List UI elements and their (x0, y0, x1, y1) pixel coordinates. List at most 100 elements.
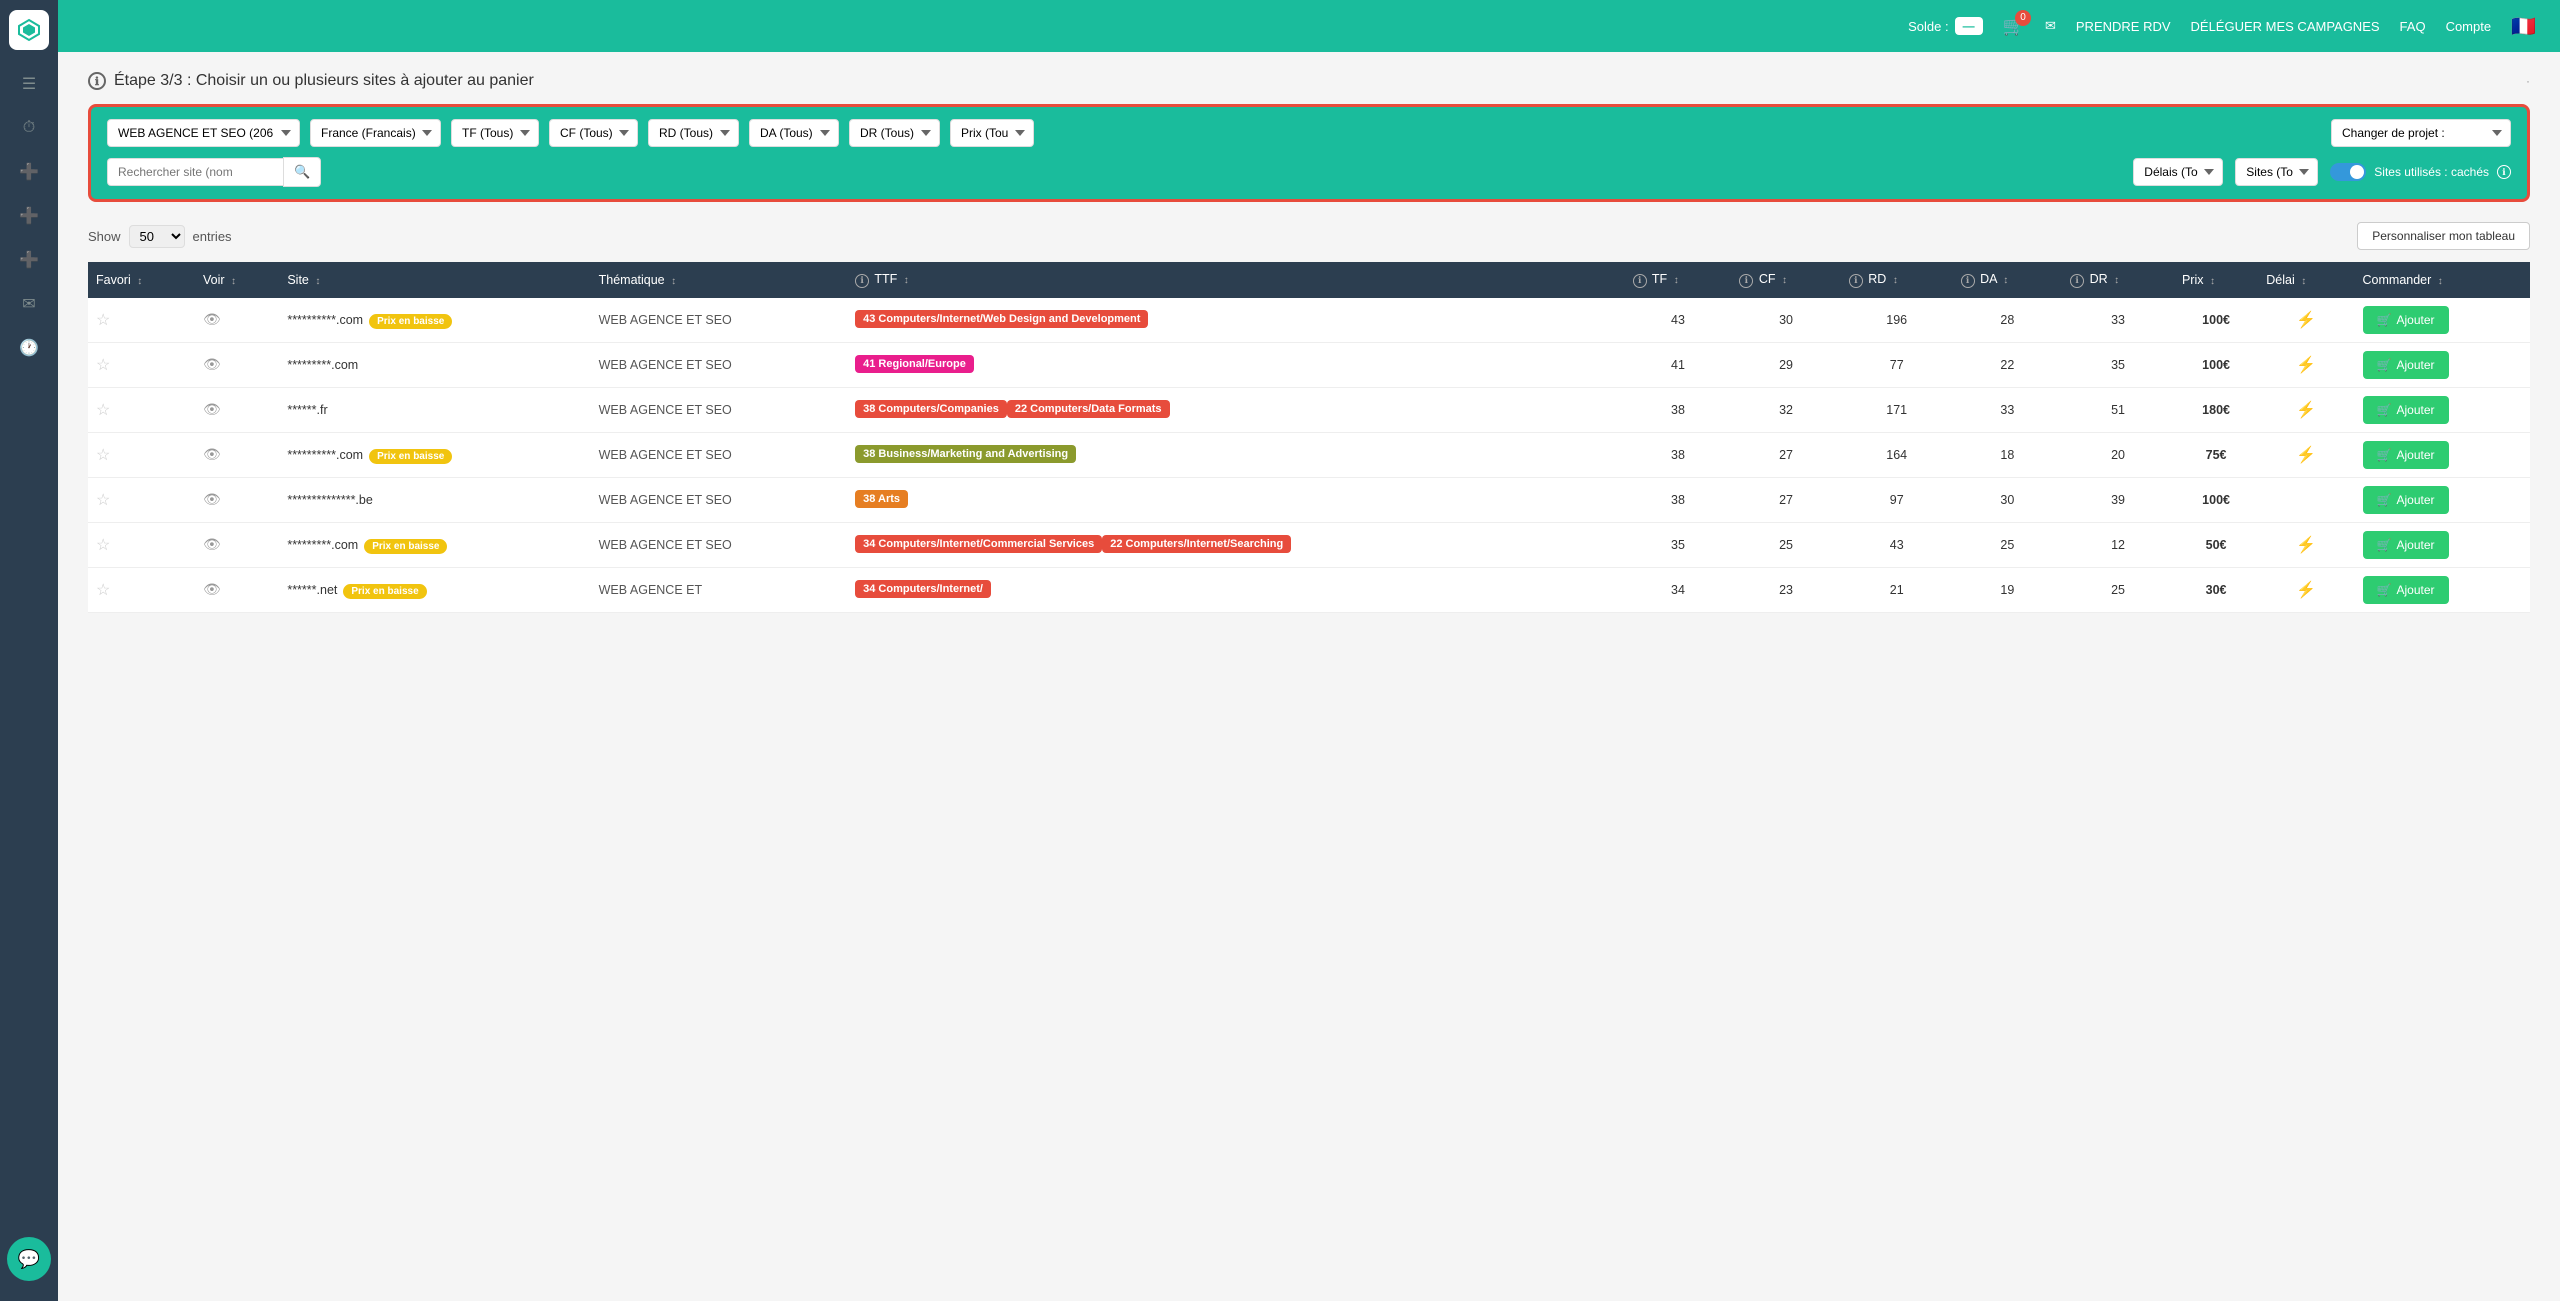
cf-filter[interactable]: CF (Tous) (549, 119, 638, 147)
sort-thematique-icon[interactable]: ↕ (671, 276, 676, 287)
customize-table-button[interactable]: Personnaliser mon tableau (2357, 222, 2530, 250)
category-filter[interactable]: WEB AGENCE ET SEO (206 (107, 119, 300, 147)
search-input[interactable] (107, 158, 283, 186)
filter-bar: WEB AGENCE ET SEO (206 France (Francais)… (88, 104, 2530, 202)
add-to-cart-button[interactable]: 🛒 Ajouter (2363, 531, 2449, 559)
eye-icon[interactable]: 👁 (203, 491, 221, 507)
mail-icon[interactable]: ✉ (11, 286, 47, 322)
eye-icon[interactable]: 👁 (203, 446, 221, 462)
tf-value: 38 (1625, 477, 1732, 522)
sites-filter[interactable]: Sites (To (2235, 158, 2318, 186)
faq-link[interactable]: FAQ (2400, 19, 2426, 34)
info-dr: ℹ (2070, 274, 2084, 288)
table-row: ☆👁**********.comPrix en baisseWEB AGENCE… (88, 298, 2530, 343)
price-down-badge: Prix en baisse (369, 449, 452, 464)
sort-commander-icon[interactable]: ↕ (2438, 276, 2443, 287)
add-to-cart-button[interactable]: 🛒 Ajouter (2363, 576, 2449, 604)
sites-toggle[interactable] (2330, 163, 2366, 181)
table-row: ☆👁**************.beWEB AGENCE ET SEO38 A… (88, 477, 2530, 522)
sort-site-icon[interactable]: ↕ (315, 276, 320, 287)
compte-link[interactable]: Compte (2446, 19, 2492, 34)
filter-row-1: WEB AGENCE ET SEO (206 France (Francais)… (107, 119, 2511, 147)
da-filter[interactable]: DA (Tous) (749, 119, 839, 147)
col-thematique: Thématique ↕ (591, 262, 848, 298)
favorite-button[interactable]: ☆ (96, 490, 110, 510)
cart-icon: 🛒 (2377, 538, 2392, 552)
sort-dr-icon[interactable]: ↕ (2114, 275, 2119, 286)
clock-icon[interactable]: ⏱ (11, 110, 47, 146)
favorite-button[interactable]: ☆ (96, 445, 110, 465)
eye-icon[interactable]: 👁 (203, 536, 221, 552)
sort-rd-icon[interactable]: ↕ (1893, 275, 1898, 286)
menu-icon[interactable]: ☰ (11, 66, 47, 102)
dr-filter[interactable]: DR (Tous) (849, 119, 940, 147)
cart-section[interactable]: 🛒 0 (2003, 16, 2025, 37)
sites-table: Favori ↕ Voir ↕ Site ↕ Thématique (88, 262, 2530, 613)
ttf-badge: 34 Computers/Internet/Commercial Service… (855, 535, 1102, 553)
add-to-cart-button[interactable]: 🛒 Ajouter (2363, 306, 2449, 334)
price-filter[interactable]: Prix (Tou (950, 119, 1034, 147)
add-to-cart-button[interactable]: 🛒 Ajouter (2363, 441, 2449, 469)
favorite-button[interactable]: ☆ (96, 310, 110, 330)
sort-voir-icon[interactable]: ↕ (231, 276, 236, 287)
show-entries: Show 50 25 100 entries (88, 225, 232, 248)
cf-value: 30 (1731, 298, 1840, 343)
cf-value: 23 (1731, 567, 1840, 612)
entries-select[interactable]: 50 25 100 (129, 225, 185, 248)
cart-icon: 🛒 (2377, 313, 2392, 327)
site-name: ******.fr (287, 403, 327, 417)
eye-icon[interactable]: 👁 (203, 581, 221, 597)
delay-value: ⚡ (2258, 387, 2354, 432)
add-icon-3[interactable]: ➕ (11, 242, 47, 278)
search-group: 🔍 (107, 157, 321, 187)
sort-prix-icon[interactable]: ↕ (2210, 276, 2215, 287)
ttf-badge: 41 Regional/Europe (855, 355, 974, 373)
add-to-cart-button[interactable]: 🛒 Ajouter (2363, 396, 2449, 424)
prendre-rdv-link[interactable]: PRENDRE RDV (2076, 19, 2171, 34)
col-commander: Commander ↕ (2355, 262, 2530, 298)
thematic-label: WEB AGENCE ET (599, 583, 703, 597)
col-tf: ℹ TF ↕ (1625, 262, 1732, 298)
email-icon[interactable]: ✉ (2045, 18, 2056, 34)
site-name: **************.be (287, 493, 372, 507)
cf-value: 25 (1731, 522, 1840, 567)
eye-icon[interactable]: 👁 (203, 356, 221, 372)
favorite-button[interactable]: ☆ (96, 535, 110, 555)
add-icon-2[interactable]: ➕ (11, 198, 47, 234)
favorite-button[interactable]: ☆ (96, 580, 110, 600)
favorite-button[interactable]: ☆ (96, 355, 110, 375)
add-campaign-icon[interactable]: ➕ (11, 154, 47, 190)
search-button[interactable]: 🔍 (283, 157, 321, 187)
sort-ttf-icon[interactable]: ↕ (904, 275, 909, 286)
add-to-cart-button[interactable]: 🛒 Ajouter (2363, 486, 2449, 514)
cf-value: 29 (1731, 342, 1840, 387)
favorite-button[interactable]: ☆ (96, 400, 110, 420)
project-selector[interactable]: Changer de projet : (2331, 119, 2511, 147)
site-name: **********.com (287, 313, 363, 327)
ttf-badge: 38 Business/Marketing and Advertising (855, 445, 1076, 463)
eye-icon[interactable]: 👁 (203, 311, 221, 327)
sort-favori-icon[interactable]: ↕ (137, 276, 142, 287)
sort-tf-icon[interactable]: ↕ (1674, 275, 1679, 286)
app-logo[interactable] (9, 10, 49, 50)
site-name: *********.com (287, 358, 358, 372)
sort-cf-icon[interactable]: ↕ (1782, 275, 1787, 286)
col-voir: Voir ↕ (195, 262, 279, 298)
country-filter[interactable]: France (Francais) (310, 119, 441, 147)
col-favori: Favori ↕ (88, 262, 195, 298)
delais-filter[interactable]: Délais (To (2133, 158, 2223, 186)
sort-delai-icon[interactable]: ↕ (2301, 276, 2306, 287)
cart-icon: 🛒 (2377, 448, 2392, 462)
eye-icon[interactable]: 👁 (203, 401, 221, 417)
deleguer-link[interactable]: DÉLÉGUER MES CAMPAGNES (2191, 19, 2380, 34)
delay-value: ⚡ (2258, 522, 2354, 567)
add-to-cart-button[interactable]: 🛒 Ajouter (2363, 351, 2449, 379)
tf-filter[interactable]: TF (Tous) (451, 119, 539, 147)
chat-button[interactable]: 💬 (7, 1237, 51, 1281)
rd-filter[interactable]: RD (Tous) (648, 119, 739, 147)
sort-da-icon[interactable]: ↕ (2003, 275, 2008, 286)
cart-icon: 🛒 (2377, 403, 2392, 417)
history-icon[interactable]: 🕐 (11, 330, 47, 366)
delay-value: ⚡ (2258, 342, 2354, 387)
language-flag[interactable]: 🇫🇷 (2511, 14, 2536, 39)
